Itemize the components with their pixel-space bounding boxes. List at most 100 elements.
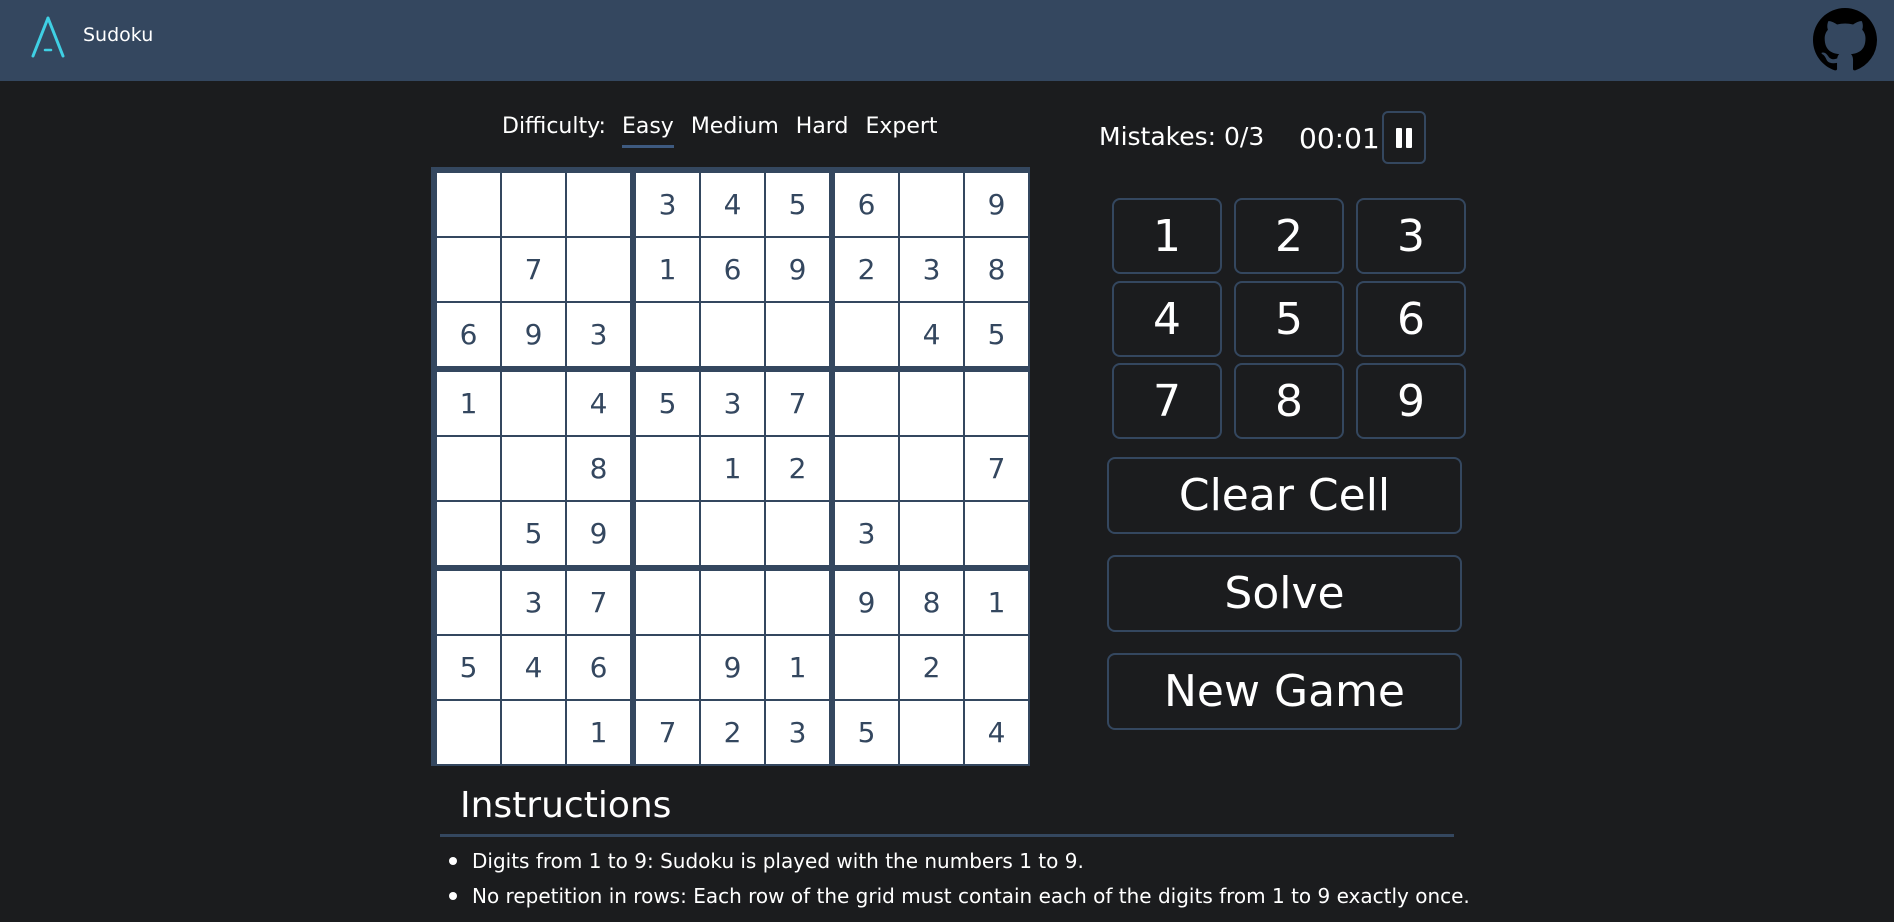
grid-cell-r6-c7[interactable]: 3 — [835, 502, 898, 565]
grid-cell-r7-c5[interactable] — [701, 571, 764, 634]
grid-cell-r2-c1[interactable] — [437, 238, 500, 301]
grid-cell-r2-c3[interactable] — [567, 238, 630, 301]
github-icon[interactable] — [1813, 8, 1877, 72]
grid-cell-r8-c2[interactable]: 4 — [502, 636, 565, 699]
grid-cell-r3-c4[interactable] — [636, 303, 699, 366]
grid-cell-r8-c9[interactable] — [965, 636, 1028, 699]
grid-cell-r9-c3[interactable]: 1 — [567, 701, 630, 764]
grid-cell-r3-c6[interactable] — [766, 303, 829, 366]
grid-cell-r4-c2[interactable] — [502, 372, 565, 435]
difficulty-option-hard[interactable]: Hard — [796, 114, 849, 145]
grid-cell-r6-c1[interactable] — [437, 502, 500, 565]
number-button-6[interactable]: 6 — [1356, 281, 1466, 357]
grid-cell-r5-c5[interactable]: 1 — [701, 437, 764, 500]
grid-cell-r7-c8[interactable]: 8 — [900, 571, 963, 634]
grid-cell-r1-c8[interactable] — [900, 173, 963, 236]
grid-cell-r5-c7[interactable] — [835, 437, 898, 500]
grid-cell-r5-c1[interactable] — [437, 437, 500, 500]
solve-button[interactable]: Solve — [1107, 555, 1462, 632]
grid-cell-r9-c9[interactable]: 4 — [965, 701, 1028, 764]
grid-cell-r2-c6[interactable]: 9 — [766, 238, 829, 301]
grid-cell-r3-c9[interactable]: 5 — [965, 303, 1028, 366]
grid-cell-r2-c5[interactable]: 6 — [701, 238, 764, 301]
grid-cell-r9-c6[interactable]: 3 — [766, 701, 829, 764]
grid-cell-r3-c3[interactable]: 3 — [567, 303, 630, 366]
grid-cell-r6-c6[interactable] — [766, 502, 829, 565]
grid-cell-r1-c9[interactable]: 9 — [965, 173, 1028, 236]
grid-cell-r6-c9[interactable] — [965, 502, 1028, 565]
grid-cell-r8-c6[interactable]: 1 — [766, 636, 829, 699]
grid-cell-r4-c9[interactable] — [965, 372, 1028, 435]
grid-cell-r3-c8[interactable]: 4 — [900, 303, 963, 366]
grid-cell-r9-c2[interactable] — [502, 701, 565, 764]
grid-cell-r7-c2[interactable]: 3 — [502, 571, 565, 634]
number-button-9[interactable]: 9 — [1356, 363, 1466, 439]
grid-cell-r4-c7[interactable] — [835, 372, 898, 435]
grid-cell-r2-c8[interactable]: 3 — [900, 238, 963, 301]
grid-cell-r9-c1[interactable] — [437, 701, 500, 764]
grid-cell-r8-c5[interactable]: 9 — [701, 636, 764, 699]
grid-cell-r2-c4[interactable]: 1 — [636, 238, 699, 301]
grid-cell-r8-c4[interactable] — [636, 636, 699, 699]
grid-cell-r7-c6[interactable] — [766, 571, 829, 634]
grid-cell-r5-c9[interactable]: 7 — [965, 437, 1028, 500]
clear-cell-button[interactable]: Clear Cell — [1107, 457, 1462, 534]
grid-cell-r1-c7[interactable]: 6 — [835, 173, 898, 236]
grid-cell-r6-c8[interactable] — [900, 502, 963, 565]
number-button-2[interactable]: 2 — [1234, 198, 1344, 274]
grid-cell-r6-c4[interactable] — [636, 502, 699, 565]
grid-cell-r9-c5[interactable]: 2 — [701, 701, 764, 764]
grid-cell-r1-c4[interactable]: 3 — [636, 173, 699, 236]
number-button-5[interactable]: 5 — [1234, 281, 1344, 357]
difficulty-option-medium[interactable]: Medium — [691, 114, 779, 145]
grid-cell-r8-c1[interactable]: 5 — [437, 636, 500, 699]
number-button-7[interactable]: 7 — [1112, 363, 1222, 439]
grid-cell-r2-c9[interactable]: 8 — [965, 238, 1028, 301]
grid-cell-r8-c7[interactable] — [835, 636, 898, 699]
grid-cell-r3-c2[interactable]: 9 — [502, 303, 565, 366]
new-game-button[interactable]: New Game — [1107, 653, 1462, 730]
pause-button[interactable] — [1382, 111, 1426, 164]
grid-cell-r4-c1[interactable]: 1 — [437, 372, 500, 435]
grid-cell-r7-c7[interactable]: 9 — [835, 571, 898, 634]
grid-cell-r5-c3[interactable]: 8 — [567, 437, 630, 500]
grid-cell-r1-c2[interactable] — [502, 173, 565, 236]
grid-cell-r5-c4[interactable] — [636, 437, 699, 500]
grid-cell-r7-c3[interactable]: 7 — [567, 571, 630, 634]
grid-cell-r3-c5[interactable] — [701, 303, 764, 366]
grid-cell-r7-c1[interactable] — [437, 571, 500, 634]
grid-cell-r2-c2[interactable]: 7 — [502, 238, 565, 301]
grid-cell-r8-c3[interactable]: 6 — [567, 636, 630, 699]
grid-cell-r1-c6[interactable]: 5 — [766, 173, 829, 236]
grid-cell-r3-c7[interactable] — [835, 303, 898, 366]
grid-cell-r5-c2[interactable] — [502, 437, 565, 500]
grid-cell-r6-c5[interactable] — [701, 502, 764, 565]
grid-cell-r1-c5[interactable]: 4 — [701, 173, 764, 236]
grid-cell-r7-c4[interactable] — [636, 571, 699, 634]
grid-cell-r7-c9[interactable]: 1 — [965, 571, 1028, 634]
app-logo-icon[interactable] — [30, 16, 66, 58]
grid-cell-r4-c5[interactable]: 3 — [701, 372, 764, 435]
grid-cell-r2-c7[interactable]: 2 — [835, 238, 898, 301]
number-button-3[interactable]: 3 — [1356, 198, 1466, 274]
difficulty-option-expert[interactable]: Expert — [865, 114, 937, 145]
grid-cell-r8-c8[interactable]: 2 — [900, 636, 963, 699]
app-title[interactable]: Sudoku — [83, 24, 153, 46]
grid-cell-r3-c1[interactable]: 6 — [437, 303, 500, 366]
difficulty-option-easy[interactable]: Easy — [621, 114, 674, 148]
grid-cell-r9-c7[interactable]: 5 — [835, 701, 898, 764]
number-button-8[interactable]: 8 — [1234, 363, 1344, 439]
grid-cell-r1-c3[interactable] — [567, 173, 630, 236]
grid-cell-r9-c8[interactable] — [900, 701, 963, 764]
grid-cell-r4-c3[interactable]: 4 — [567, 372, 630, 435]
grid-cell-r5-c8[interactable] — [900, 437, 963, 500]
grid-cell-r6-c2[interactable]: 5 — [502, 502, 565, 565]
number-button-4[interactable]: 4 — [1112, 281, 1222, 357]
grid-cell-r4-c4[interactable]: 5 — [636, 372, 699, 435]
number-button-1[interactable]: 1 — [1112, 198, 1222, 274]
grid-cell-r1-c1[interactable] — [437, 173, 500, 236]
grid-cell-r9-c4[interactable]: 7 — [636, 701, 699, 764]
grid-cell-r4-c6[interactable]: 7 — [766, 372, 829, 435]
grid-cell-r5-c6[interactable]: 2 — [766, 437, 829, 500]
grid-cell-r4-c8[interactable] — [900, 372, 963, 435]
